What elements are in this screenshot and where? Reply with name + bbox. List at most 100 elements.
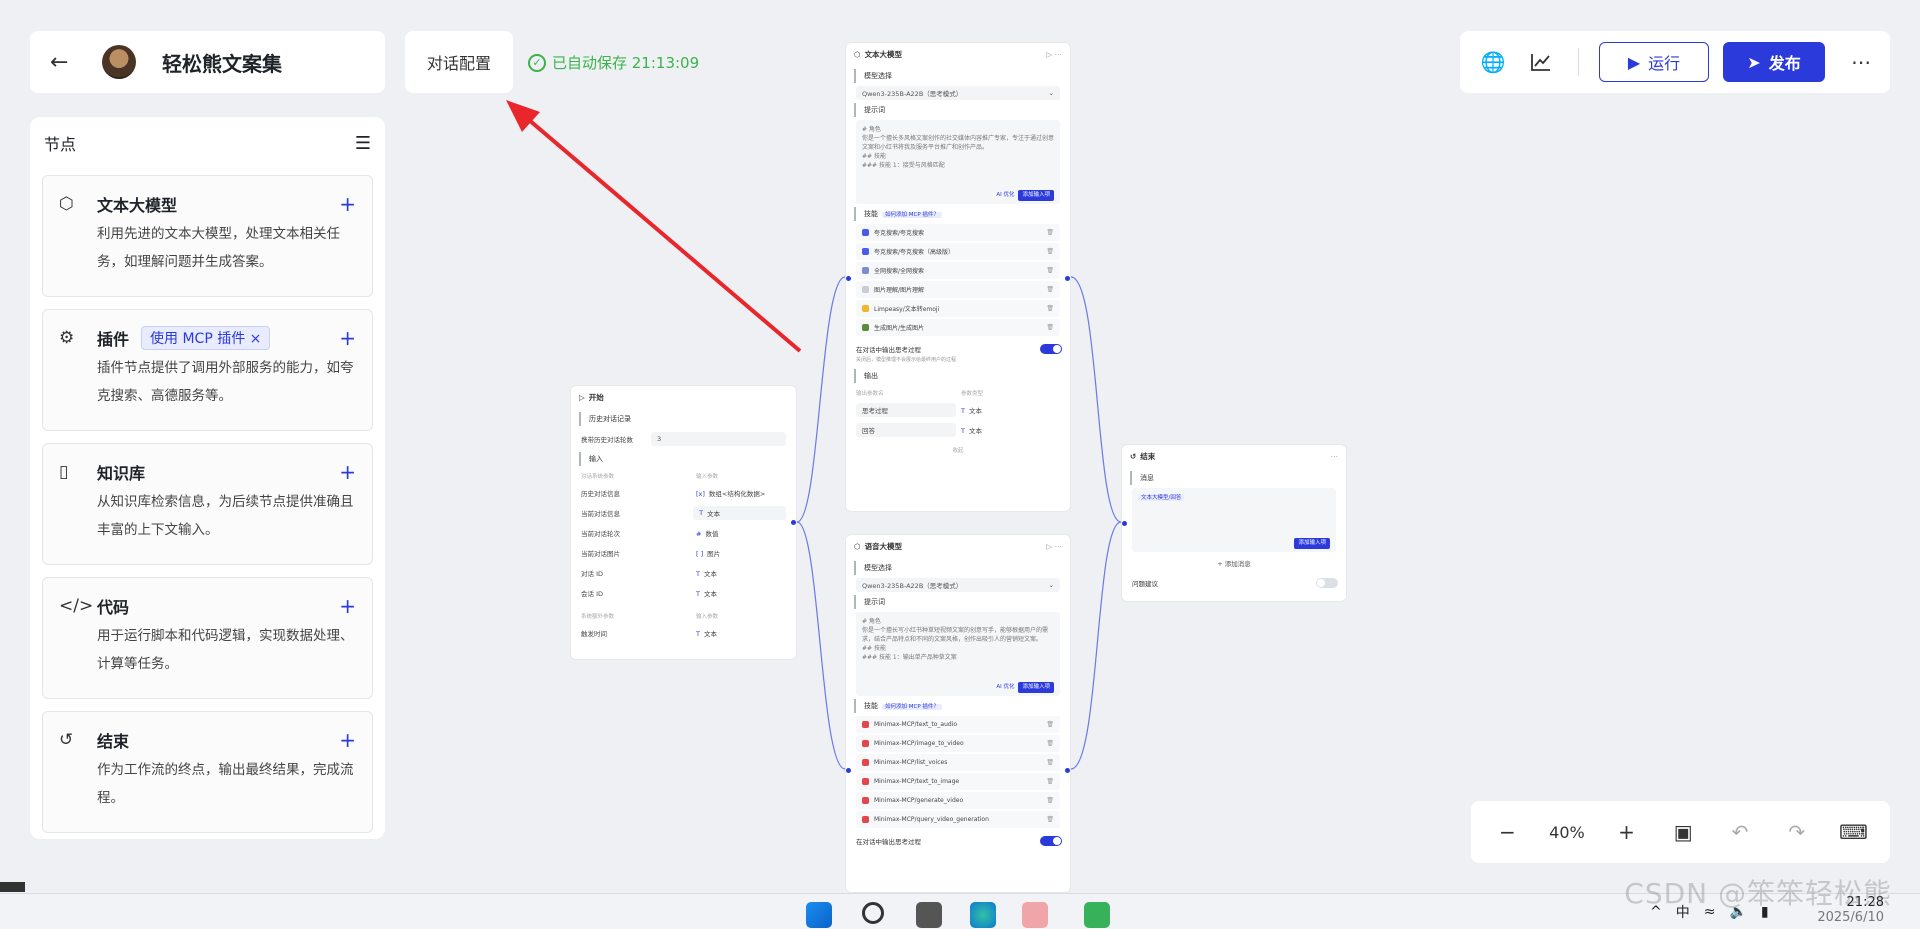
show-thinking-toggle[interactable]	[1040, 836, 1062, 846]
node-tools[interactable]: ▷ ⋯	[1046, 50, 1062, 59]
msg-label: 消息	[1130, 471, 1338, 485]
node-card-title: 文本大模型	[97, 196, 178, 215]
window-edge	[0, 882, 25, 892]
end-node[interactable]: ↺ 结束 ⋯ 消息 文本大模型/回答 添加输入项 + 添加消息 问题建议	[1121, 444, 1347, 602]
input-port[interactable]	[1122, 521, 1127, 526]
show-thinking-sub: 关闭后，模型推理不会展示给最终用户的过程	[856, 357, 957, 363]
model-select[interactable]: Qwen3-235B-A22B（思考模式） ⌄	[856, 578, 1060, 592]
wechat-icon[interactable]	[1022, 902, 1048, 928]
skill-row[interactable]: Minimax-MCP/text_to_image 🗑	[856, 773, 1060, 790]
prompt-label: 提示词	[854, 595, 1062, 609]
edge-browser-icon[interactable]	[970, 902, 996, 928]
annotation-arrow-head	[506, 100, 540, 132]
show-thinking-label: 在对话中输出思考过程	[856, 346, 921, 354]
app-icon[interactable]	[1084, 902, 1110, 928]
annotation-arrow-line	[520, 112, 802, 353]
windows-start-icon[interactable]	[806, 902, 832, 928]
skill-row[interactable]: Minimax-MCP/generate_video 🗑	[856, 792, 1060, 809]
close-icon[interactable]: ×	[250, 331, 262, 347]
question-suggest-toggle[interactable]	[1316, 578, 1338, 588]
fit-view-icon[interactable]: ▣	[1668, 820, 1698, 844]
output-port[interactable]	[791, 520, 796, 525]
node-card-end[interactable]: ↺ 结束 + 作为工作流的终点，输出最终结果，完成流程。	[42, 711, 373, 833]
ai-optimize-button[interactable]: AI 优化	[996, 683, 1014, 692]
edge-llm1-end	[1070, 276, 1122, 523]
node-card-llm[interactable]: ⬡ 文本大模型 + 利用先进的文本大模型，处理文本相关任务，如理解问题并生成答案…	[42, 175, 373, 297]
skill-row[interactable]: 图片理解/图片理解 🗑	[856, 281, 1060, 298]
output-row: 思考过程 T 文本	[846, 400, 1070, 420]
node-panel: 节点 ☰ ⬡ 文本大模型 + 利用先进的文本大模型，处理文本相关任务，如理解问题…	[30, 117, 385, 839]
skill-row[interactable]: 全网搜索/全网搜索 🗑	[856, 262, 1060, 279]
llm-node-2[interactable]: ⬡ 语音大模型 ▷ ⋯ 模型选择 Qwen3-235B-A22B（思考模式） ⌄ 提示…	[845, 534, 1071, 893]
node-card-knowledge[interactable]: ▯ 知识库 + 从知识库检索信息，为后续节点提供准确且丰富的上下文输入。	[42, 443, 373, 565]
skill-row[interactable]: Minimax-MCP/text_to_audio 🗑	[856, 716, 1060, 733]
param-row: 历史对话信息 [x] 数组<结构化数据>	[581, 490, 766, 498]
add-node-icon[interactable]: +	[339, 594, 356, 618]
workflow-canvas[interactable]: ← 轻松熊文案集 对话配置 ✓ 已自动保存 21:13:09 🌐 ▶ 运行 ➤ …	[0, 0, 1920, 893]
show-thinking-label: 在对话中输出思考过程	[856, 838, 921, 846]
skill-row[interactable]: 夸克搜索/夸克搜索（高级版） 🗑	[856, 243, 1060, 260]
add-message-button[interactable]: + 添加消息	[1122, 558, 1346, 568]
history-count-input[interactable]: 3	[651, 432, 786, 446]
chart-line-icon[interactable]	[1524, 45, 1558, 79]
mcp-plugin-tag[interactable]: 使用 MCP 插件 ×	[141, 326, 271, 350]
cube-icon: ⬡	[59, 194, 74, 214]
dialog-config-button[interactable]: 对话配置	[405, 31, 513, 93]
llm-node-1[interactable]: ⬡ 文本大模型 ▷ ⋯ 模型选择 Qwen3-235B-A22B（思考模式） ⌄ 提示…	[845, 42, 1071, 512]
msg-var-tag: 文本大模型/回答	[1138, 495, 1185, 501]
redo-icon[interactable]: ↷	[1782, 820, 1812, 844]
add-node-icon[interactable]: +	[339, 326, 356, 350]
node-card-plugin[interactable]: ⚙ 插件 使用 MCP 插件 × + 插件节点提供了调用外部服务的能力，如夸克搜…	[42, 309, 373, 431]
node-card-desc: 插件节点提供了调用外部服务的能力，如夸克搜索、高德服务等。	[97, 360, 354, 404]
prompt-editor[interactable]: # 角色 你是一个擅长多风格文案创作的社交媒体内容推广专家，专注于通过创意文案和…	[856, 120, 1060, 204]
collapse-link[interactable]: 收起	[846, 446, 1070, 454]
search-icon[interactable]	[862, 902, 884, 924]
show-thinking-toggle[interactable]	[1040, 344, 1062, 354]
skill-row[interactable]: 生成图片/生成图片 🗑	[856, 319, 1060, 336]
model-select[interactable]: Qwen3-235B-A22B（思考模式） ⌄	[856, 86, 1060, 100]
keyboard-icon[interactable]: ⌨	[1839, 820, 1869, 844]
exit-icon: ↺	[1130, 452, 1137, 461]
trash-icon: 🗑	[1046, 721, 1054, 728]
add-node-icon[interactable]: +	[339, 728, 356, 752]
node-card-desc: 利用先进的文本大模型，处理文本相关任务，如理解问题并生成答案。	[97, 226, 340, 270]
app-name: 轻松熊文案集	[162, 51, 282, 76]
skill-row[interactable]: Minimax-MCP/query_video_generation 🗑	[856, 811, 1060, 828]
prompt-label: 提示词	[854, 103, 1062, 117]
add-node-icon[interactable]: +	[339, 460, 356, 484]
output-port[interactable]	[1065, 276, 1070, 281]
prompt-editor[interactable]: # 角色 你是一个擅长写小红书种草短视频文案的创意写手，能够根据用户的需求，结合…	[856, 612, 1060, 696]
add-input-button[interactable]: 添加输入项	[1294, 538, 1330, 549]
more-icon[interactable]: ⋯	[1851, 50, 1871, 74]
skill-row[interactable]: Minimax-MCP/list_voices 🗑	[856, 754, 1060, 771]
edge-start-llm1	[796, 276, 846, 523]
globe-icon[interactable]: 🌐	[1476, 45, 1510, 79]
zoom-level: 40%	[1549, 822, 1585, 842]
skill-row[interactable]: 夸克搜索/夸克搜索 🗑	[856, 224, 1060, 241]
undo-icon[interactable]: ↶	[1725, 820, 1755, 844]
history-label: 历史对话记录	[579, 412, 788, 426]
node-card-code[interactable]: </> 代码 + 用于运行脚本和代码逻辑，实现数据处理、计算等任务。	[42, 577, 373, 699]
output-port[interactable]	[1065, 768, 1070, 773]
start-node[interactable]: ▷ 开始 历史对话记录 携带历史对话轮数 3 输入 对话系统参数 输入参数 历史对话信…	[570, 385, 797, 660]
skill-row[interactable]: Minimax-MCP/image_to_video 🗑	[856, 735, 1060, 752]
add-input-button[interactable]: 添加输入项	[1018, 682, 1054, 693]
add-node-icon[interactable]: +	[339, 192, 356, 216]
skill-row[interactable]: Limpeasy/文本转emoji 🗑	[856, 300, 1060, 317]
puzzle-icon: ⚙	[59, 328, 75, 348]
input-port[interactable]	[846, 768, 851, 773]
input-port[interactable]	[846, 276, 851, 281]
message-editor[interactable]: 文本大模型/回答 添加输入项	[1132, 488, 1336, 552]
node-tools[interactable]: ▷ ⋯	[1046, 542, 1062, 551]
arrow-left-icon[interactable]: ←	[50, 50, 80, 75]
more-icon[interactable]: ⋯	[1331, 452, 1339, 461]
ai-optimize-button[interactable]: AI 优化	[996, 191, 1014, 200]
add-input-button[interactable]: 添加输入项	[1018, 190, 1054, 201]
zoom-in-icon[interactable]: +	[1611, 820, 1641, 844]
zoom-out-icon[interactable]: −	[1492, 820, 1522, 844]
node-card-desc: 用于运行脚本和代码逻辑，实现数据处理、计算等任务。	[97, 628, 354, 672]
run-button[interactable]: ▶ 运行	[1599, 42, 1709, 82]
collapse-panel-icon[interactable]: ☰	[355, 133, 371, 154]
publish-button[interactable]: ➤ 发布	[1723, 42, 1825, 82]
task-view-icon[interactable]	[916, 902, 942, 928]
